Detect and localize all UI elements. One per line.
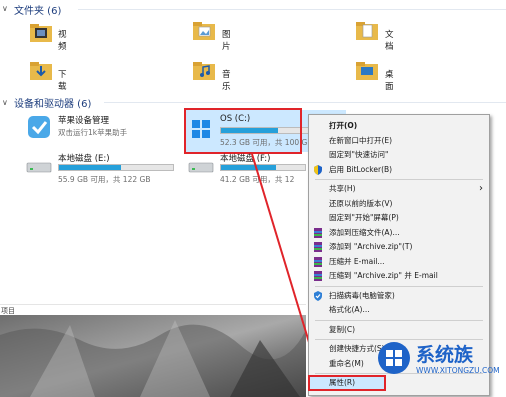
- menu-item-label: 扫描病毒(电脑管家): [329, 290, 395, 300]
- menu-item-properties[interactable]: 属性(R): [308, 375, 386, 391]
- menu-separator: [315, 319, 483, 321]
- menu-item[interactable]: 固定到"快速访问": [309, 148, 489, 162]
- menu-item-label: 在新窗口中打开(E): [329, 135, 393, 145]
- menu-item-label: 压缩到 "Archive.zip" 并 E-mail: [329, 271, 438, 280]
- winrar-icon: [313, 227, 323, 238]
- menu-separator: [315, 285, 483, 287]
- menu-item[interactable]: 添加到 "Archive.zip"(T): [309, 240, 489, 254]
- winrar-icon: [313, 256, 323, 267]
- menu-item[interactable]: 扫描病毒(电脑管家): [309, 289, 489, 303]
- menu-item-label: 还原以前的版本(V): [329, 198, 393, 208]
- menu-item-label: 启用 BitLocker(B): [329, 164, 393, 174]
- menu-item-label: 固定到"开始"屏幕(P): [329, 213, 399, 222]
- menu-item-label: 重命名(M): [329, 358, 364, 368]
- menu-item-label: 压缩并 E-mail...: [329, 256, 385, 266]
- xitongzu-logo-icon: [378, 342, 410, 374]
- menu-item-label: 共享(H): [329, 184, 356, 193]
- menu-item[interactable]: 格式化(A)...: [309, 303, 489, 317]
- watermark: 系统族 WWW.XITONGZU.COM: [376, 336, 506, 388]
- watermark-brand: 系统族: [416, 344, 474, 366]
- menu-item-label: 添加到 "Archive.zip"(T): [329, 242, 413, 251]
- watermark-url: WWW.XITONGZU.COM: [416, 366, 500, 375]
- menu-item-label: 属性(R): [329, 378, 356, 387]
- submenu-arrow-icon: ›: [479, 183, 483, 194]
- winrar-icon: [313, 271, 323, 281]
- menu-item[interactable]: 还原以前的版本(V): [309, 197, 489, 211]
- antivirus-icon: [313, 290, 323, 301]
- menu-item-label: 格式化(A)...: [329, 305, 370, 314]
- menu-item[interactable]: 压缩并 E-mail...: [309, 255, 489, 269]
- menu-item[interactable]: 共享(H) ›: [309, 182, 489, 196]
- menu-item-label: 打开(O): [329, 121, 358, 130]
- menu-item[interactable]: 打开(O): [309, 119, 489, 133]
- menu-item-label: 添加到压缩文件(A)...: [329, 227, 400, 237]
- menu-item[interactable]: 在新窗口中打开(E): [309, 134, 489, 148]
- winrar-icon: [313, 242, 323, 252]
- menu-item[interactable]: 复制(C): [309, 323, 489, 337]
- menu-item-label: 复制(C): [329, 324, 356, 334]
- menu-item[interactable]: 压缩到 "Archive.zip" 并 E-mail: [309, 269, 489, 283]
- menu-item[interactable]: 添加到压缩文件(A)...: [309, 226, 489, 240]
- menu-item[interactable]: 固定到"开始"屏幕(P): [309, 211, 489, 225]
- menu-item[interactable]: 启用 BitLocker(B): [309, 163, 489, 177]
- menu-item-label: 固定到"快速访问": [329, 150, 389, 159]
- shield-icon: [313, 164, 323, 175]
- menu-separator: [315, 179, 483, 180]
